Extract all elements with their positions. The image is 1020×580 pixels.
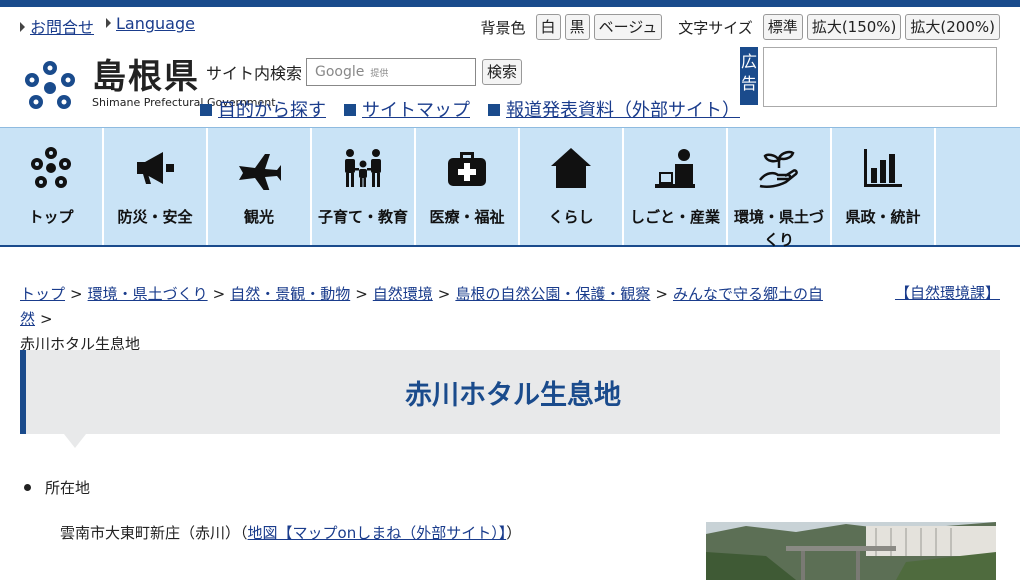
nav-label: 県政・統計 [845, 208, 921, 226]
nav-living[interactable]: くらし [520, 128, 624, 245]
page-title-box: 赤川ホタル生息地 [20, 350, 1000, 434]
house-icon [549, 146, 593, 190]
bg-white-button[interactable]: 白 [535, 14, 561, 40]
ad-banner[interactable] [763, 47, 997, 107]
triangle-bullet-icon [20, 21, 25, 32]
font-150-button[interactable]: 拡大(150%) [806, 14, 902, 40]
ad-label: 広告 [740, 47, 758, 105]
location-heading: 所在地 [24, 477, 90, 498]
nav-work-industry[interactable]: しごと・産業 [624, 128, 728, 245]
family-icon [341, 146, 385, 190]
megaphone-icon [133, 146, 177, 190]
breadcrumb-link[interactable]: 自然環境 [373, 285, 433, 303]
purpose-search-link[interactable]: 目的から探す [218, 100, 326, 121]
nav-childcare-education[interactable]: 子育て・教育 [312, 128, 416, 245]
top-accent-bar [0, 0, 1020, 7]
department-link[interactable]: 【自然環境課】 [895, 282, 1000, 303]
nav-government-statistics[interactable]: 県政・統計 [832, 128, 936, 245]
language-link[interactable]: Language [116, 14, 195, 33]
nav-label: しごと・産業 [629, 208, 720, 226]
nav-label: 環境・県土づくり [733, 208, 824, 249]
address-text: 雲南市大東町新庄（赤川）（地図【マップonしまね（外部サイト）】） [60, 524, 522, 542]
bg-color-label: 背景色 [480, 18, 526, 37]
medical-bag-icon [445, 146, 489, 190]
page-title: 赤川ホタル生息地 [405, 379, 621, 411]
breadcrumb-link[interactable]: 島根の自然公園・保護・観察 [455, 285, 650, 303]
bullet-icon [24, 484, 31, 491]
press-release-link[interactable]: 報道発表資料（外部サイト） [506, 100, 740, 121]
utility-links: お問合せ Language [20, 14, 195, 38]
network-icon [29, 146, 73, 190]
font-standard-button[interactable]: 標準 [762, 14, 803, 40]
nav-label: 医療・福祉 [429, 208, 505, 226]
worker-laptop-icon [653, 146, 697, 190]
square-bullet-icon [344, 104, 356, 116]
contact-link[interactable]: お問合せ [30, 18, 94, 37]
nav-top[interactable]: トップ [0, 128, 104, 245]
square-bullet-icon [488, 104, 500, 116]
breadcrumb-link[interactable]: 環境・県土づくり [88, 285, 208, 303]
location-label: 所在地 [45, 479, 91, 497]
nav-environment[interactable]: 環境・県土づくり [728, 128, 832, 249]
nav-label: 子育て・教育 [317, 208, 408, 226]
bg-beige-button[interactable]: ベージュ [593, 14, 663, 40]
search-button[interactable]: 検索 [482, 59, 523, 85]
global-navigation: トップ 防災・安全 観光 子育て・教育 医療・福祉 くらし しごと・産業 環境・… [0, 127, 1020, 249]
nav-label: くらし [548, 208, 594, 226]
map-link[interactable]: 地図【マップonしまね（外部サイト）】 [248, 524, 507, 542]
sub-navigation: 目的から探す サイトマップ 報道発表資料（外部サイト） [200, 96, 740, 122]
nav-label: 防災・安全 [117, 208, 193, 226]
breadcrumb-link[interactable]: トップ [20, 285, 65, 303]
habitat-photo [706, 522, 996, 580]
prefecture-emblem-icon [25, 61, 75, 109]
sprout-hand-icon [757, 146, 801, 190]
search-input[interactable]: Google 提供 [306, 58, 477, 86]
nav-empty-cell [936, 128, 1020, 245]
nav-tourism[interactable]: 観光 [208, 128, 312, 245]
breadcrumb: トップ > 環境・県土づくり > 自然・景観・動物 > 自然環境 > 島根の自然公園・保護・観察… [20, 285, 823, 353]
nav-label: 観光 [243, 208, 274, 226]
bar-chart-icon [861, 146, 905, 190]
nav-label: トップ [28, 208, 74, 226]
breadcrumb-link[interactable]: 自然・景観・動物 [230, 285, 350, 303]
nav-disaster-safety[interactable]: 防災・安全 [104, 128, 208, 245]
title-notch [64, 434, 86, 448]
nav-medical-welfare[interactable]: 医療・福祉 [416, 128, 520, 245]
accessibility-controls: 背景色 白 黒 ベージュ 文字サイズ 標準 拡大(150%) 拡大(200%) [481, 14, 1000, 40]
font-200-button[interactable]: 拡大(200%) [905, 14, 1000, 40]
sitemap-link[interactable]: サイトマップ [362, 100, 470, 121]
search-label: サイト内検索 [206, 64, 303, 83]
triangle-bullet-icon [106, 17, 112, 28]
font-size-label: 文字サイズ [678, 18, 753, 37]
square-bullet-icon [200, 104, 212, 116]
airplane-icon [237, 146, 281, 190]
site-search: サイト内検索 Google 提供 検索 [206, 58, 523, 86]
bg-black-button[interactable]: 黒 [564, 14, 590, 40]
